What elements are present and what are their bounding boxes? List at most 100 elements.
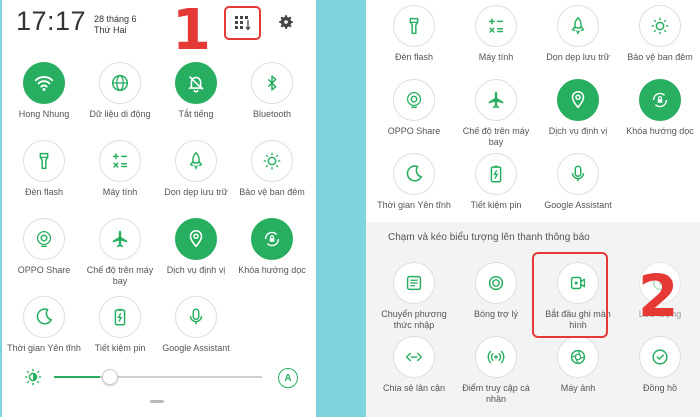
tile-tiet-kiem-pin[interactable]: Tiết kiệm pin — [458, 153, 534, 211]
step-1-annotation: 1 — [172, 0, 211, 63]
battery-saver-icon — [490, 165, 502, 183]
tile-toggle[interactable] — [175, 62, 217, 104]
tile-toggle[interactable] — [393, 5, 435, 47]
share-icon — [36, 231, 52, 248]
tile-label: Đèn flash — [24, 187, 64, 197]
step-2-annotation: 2 — [638, 262, 679, 330]
bluetooth-icon — [267, 75, 277, 91]
tile-toggle[interactable] — [557, 153, 599, 195]
tile-bao-ve-ban-dem[interactable]: Bảo vệ ban đêm — [622, 5, 698, 63]
tile-label: Thời gian Yên tĩnh — [7, 343, 81, 353]
auto-brightness-button[interactable]: A — [278, 368, 298, 388]
tile-toggle[interactable] — [23, 218, 65, 260]
tile-label: Điểm truy cập cá nhân — [462, 383, 530, 404]
tile-toggle[interactable] — [475, 336, 517, 378]
tile-toggle[interactable] — [251, 140, 293, 182]
nearby-share-icon — [405, 352, 423, 362]
tile-bong-tro-ly[interactable]: Bóng trợ lý — [458, 262, 534, 320]
brightness-slider[interactable] — [54, 369, 262, 385]
drag-instruction: Chạm và kéo biểu tượng lên thanh thông b… — [388, 232, 590, 243]
tile-toggle[interactable] — [557, 79, 599, 121]
tile-label: Bảo vệ ban đêm — [239, 187, 305, 197]
tile-toggle[interactable] — [99, 218, 141, 260]
tile-toggle[interactable] — [639, 79, 681, 121]
tile-toggle[interactable] — [393, 153, 435, 195]
tile-tat-tieng[interactable]: Tắt tiếng — [158, 62, 234, 120]
tile-may-tinh[interactable]: Máy tính — [458, 5, 534, 63]
tile-toggle[interactable] — [639, 336, 681, 378]
tile-label: Đèn flash — [394, 52, 434, 62]
tile-toggle[interactable] — [557, 5, 599, 47]
tile-dong-ho[interactable]: Đồng hồ — [622, 336, 698, 394]
tile-den-flash[interactable]: Đèn flash — [6, 140, 82, 198]
tile-toggle[interactable] — [475, 153, 517, 195]
tile-label: Google Assistant — [544, 200, 612, 210]
tile-toggle[interactable] — [99, 140, 141, 182]
assistive-ball-icon — [488, 275, 504, 291]
tile-toggle[interactable] — [393, 79, 435, 121]
tile-toggle[interactable] — [557, 336, 599, 378]
tile-toggle[interactable] — [475, 79, 517, 121]
tile-thoi-gian-yen-tinh[interactable]: Thời gian Yên tĩnh — [6, 296, 82, 354]
tile-toggle[interactable] — [251, 62, 293, 104]
bell-off-icon — [188, 76, 204, 93]
tile-label: Chia sẻ lân cận — [382, 383, 446, 393]
tile-oppo-share[interactable]: OPPO Share — [376, 79, 452, 137]
tile-toggle[interactable] — [639, 5, 681, 47]
tile-toggle[interactable] — [23, 140, 65, 182]
tile-toggle[interactable] — [175, 296, 217, 338]
tile-may-tinh[interactable]: Máy tính — [82, 140, 158, 198]
tile-label: Tắt tiếng — [178, 109, 214, 119]
tile-oppo-share[interactable]: OPPO Share — [6, 218, 82, 276]
keyboard-icon — [406, 275, 422, 291]
tile-don-dep-luu-tru[interactable]: Dọn dẹp lưu trữ — [158, 140, 234, 198]
status-time: 17:17 — [16, 6, 87, 36]
tile-toggle[interactable] — [393, 336, 435, 378]
battery-saver-icon — [114, 308, 126, 326]
tile-label: OPPO Share — [387, 126, 441, 136]
tile-bluetooth[interactable]: Bluetooth — [234, 62, 310, 120]
tile-che-do-tren-may-bay[interactable]: Chế độ trên máy bay — [458, 79, 534, 148]
globe-icon — [111, 74, 129, 92]
tile-diem-truy-cap-ca-nhan[interactable]: Điểm truy cập cá nhân — [458, 336, 534, 405]
tile-toggle[interactable] — [475, 5, 517, 47]
tile-may-anh[interactable]: Máy ảnh — [540, 336, 616, 394]
tile-google-assistant[interactable]: Google Assistant — [540, 153, 616, 211]
tile-label: Dịch vụ định vị — [166, 265, 226, 275]
tile-dich-vu-dinh-vi[interactable]: Dịch vụ định vị — [158, 218, 234, 276]
tile-thoi-gian-yen-tinh[interactable]: Thời gian Yên tĩnh — [376, 153, 452, 211]
location-icon — [571, 90, 585, 109]
tile-toggle[interactable] — [99, 62, 141, 104]
tile-du-lieu-di-dong[interactable]: Dữ liệu di động — [82, 62, 158, 120]
tile-dich-vu-dinh-vi[interactable]: Dịch vụ định vị — [540, 79, 616, 137]
tile-che-do-tren-may-bay[interactable]: Chế độ trên máy bay — [82, 218, 158, 287]
airplane-icon — [112, 230, 128, 248]
brightness-knob[interactable] — [101, 369, 118, 385]
clock-icon — [652, 349, 668, 365]
tile-toggle[interactable] — [23, 296, 65, 338]
tile-label: Tiết kiệm pin — [94, 343, 146, 353]
edit-tiles-button[interactable] — [224, 6, 261, 40]
tile-khoa-huong-doc[interactable]: Khóa hướng dọc — [622, 79, 698, 137]
settings-button[interactable] — [276, 12, 296, 32]
edit-tiles-icon — [234, 16, 251, 30]
tile-toggle[interactable] — [251, 218, 293, 260]
tile-toggle[interactable] — [175, 140, 217, 182]
tile-den-flash[interactable]: Đèn flash — [376, 5, 452, 63]
tile-toggle[interactable] — [393, 262, 435, 304]
tile-don-dep-luu-tru[interactable]: Dọn dẹp lưu trữ — [540, 5, 616, 63]
tile-google-assistant[interactable]: Google Assistant — [158, 296, 234, 354]
tile-bao-ve-ban-dem[interactable]: Bảo vệ ban đêm — [234, 140, 310, 198]
tile-khoa-huong-doc[interactable]: Khóa hướng dọc — [234, 218, 310, 276]
tile-toggle[interactable] — [175, 218, 217, 260]
tile-toggle[interactable] — [23, 62, 65, 104]
tile-label: Chuyển phương thức nhập — [381, 309, 447, 330]
calculator-icon — [112, 153, 128, 168]
tile-chuyen-phuong-thuc-nhap[interactable]: Chuyển phương thức nhập — [376, 262, 452, 331]
tile-chia-se-lan-can[interactable]: Chia sẻ lân cận — [376, 336, 452, 394]
tile-toggle[interactable] — [99, 296, 141, 338]
panel-drag-handle[interactable] — [150, 400, 164, 403]
tile-toggle[interactable] — [475, 262, 517, 304]
tile-hong-nhung[interactable]: Hong Nhung — [6, 62, 82, 120]
tile-tiet-kiem-pin[interactable]: Tiết kiệm pin — [82, 296, 158, 354]
